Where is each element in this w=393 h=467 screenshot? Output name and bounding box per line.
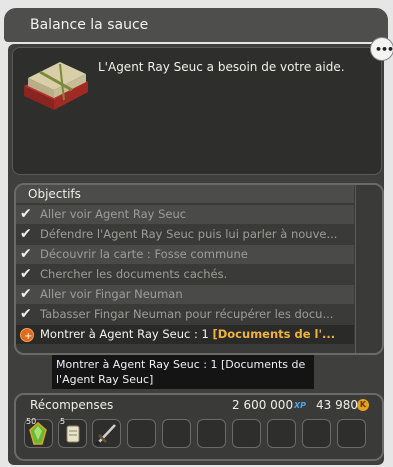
objectives-panel: Objectifs ✔ Aller voir Agent Ray Seuc ✔ … — [14, 183, 384, 355]
quest-book-icon — [24, 62, 88, 110]
current-objective-prefix: Montrer à Agent Ray Seuc : 1 — [40, 327, 213, 341]
objective-row[interactable]: ✔ Découvrir la carte : Fosse commune — [16, 245, 354, 264]
reward-slot-empty[interactable] — [162, 419, 191, 448]
objective-row[interactable]: ✔ Chercher les documents cachés. — [16, 265, 354, 284]
current-objective-row[interactable]: + Montrer à Agent Ray Seuc : 1 [Document… — [16, 325, 354, 344]
reward-slot-empty[interactable] — [197, 419, 226, 448]
quest-intro-text: L'Agent Ray Seuc a besoin de votre aide. — [98, 60, 345, 74]
checkmark-icon: ✔ — [20, 226, 32, 242]
kamas-value: 43 980 — [316, 398, 358, 412]
objective-row[interactable]: ✔ Aller voir Agent Ray Seuc — [16, 205, 354, 224]
reward-slot-empty[interactable] — [302, 419, 331, 448]
reward-slot[interactable]: 5 — [58, 417, 87, 448]
objective-row[interactable]: ✔ Aller voir Fingar Neuman — [16, 285, 354, 304]
objective-row[interactable]: ✔ Tabasser Fingar Neuman pour récupérer … — [16, 305, 354, 324]
tooltip-line-1: Montrer à Agent Ray Seuc : 1 [Documents … — [56, 358, 306, 371]
kamas-icon: K — [357, 399, 369, 411]
current-objective-item-link[interactable]: [Documents de l'... — [212, 327, 335, 341]
objectives-scrollbar[interactable] — [355, 185, 382, 353]
objective-text: Tabasser Fingar Neuman pour récupérer le… — [40, 307, 334, 321]
chat-bubble-icon[interactable]: ••• — [371, 38, 393, 60]
reward-quantity: 50 — [26, 417, 37, 426]
chat-bubble-dots: ••• — [375, 43, 393, 56]
window-title-bar[interactable]: Balance la sauce — [4, 8, 388, 42]
checkmark-icon: ✔ — [20, 266, 32, 282]
objective-row[interactable]: ✔ Défendre l'Agent Ray Seuc puis lui par… — [16, 225, 354, 244]
tooltip-line-2: l'Agent Ray Seuc] — [56, 373, 154, 386]
sword-icon — [96, 424, 116, 445]
objective-text: Aller voir Agent Ray Seuc — [40, 207, 187, 221]
rewards-label: Récompenses — [30, 398, 114, 412]
window-title: Balance la sauce — [30, 17, 149, 33]
checkmark-icon: ✔ — [20, 206, 32, 222]
checkmark-icon: ✔ — [20, 306, 32, 322]
objective-text: Chercher les documents cachés. — [40, 267, 228, 281]
reward-slot[interactable] — [92, 419, 121, 448]
xp-value: 2 600 000 — [232, 398, 294, 412]
objectives-header: Objectifs — [16, 185, 354, 203]
reward-slot-empty[interactable] — [127, 419, 156, 448]
quest-progress-icon: + — [20, 328, 34, 342]
objective-tooltip: Montrer à Agent Ray Seuc : 1 [Documents … — [52, 355, 314, 389]
checkmark-icon: ✔ — [20, 286, 32, 302]
reward-quantity: 5 — [60, 417, 66, 426]
objective-text: Défendre l'Agent Ray Seuc puis lui parle… — [40, 227, 338, 241]
xp-icon: XP — [294, 401, 307, 410]
rewards-panel: Récompenses 2 600 000 XP 43 980 K 50 5 — [14, 393, 384, 461]
reward-slot-empty[interactable] — [267, 419, 296, 448]
reward-slot-empty[interactable] — [232, 419, 261, 448]
checkmark-icon: ✔ — [20, 246, 32, 262]
current-objective-text: Montrer à Agent Ray Seuc : 1 [Documents … — [40, 325, 335, 344]
reward-slot-empty[interactable] — [337, 419, 366, 448]
reward-slot[interactable]: 50 — [24, 417, 53, 448]
objective-text: Découvrir la carte : Fosse commune — [40, 247, 248, 261]
objective-text: Aller voir Fingar Neuman — [40, 287, 183, 301]
